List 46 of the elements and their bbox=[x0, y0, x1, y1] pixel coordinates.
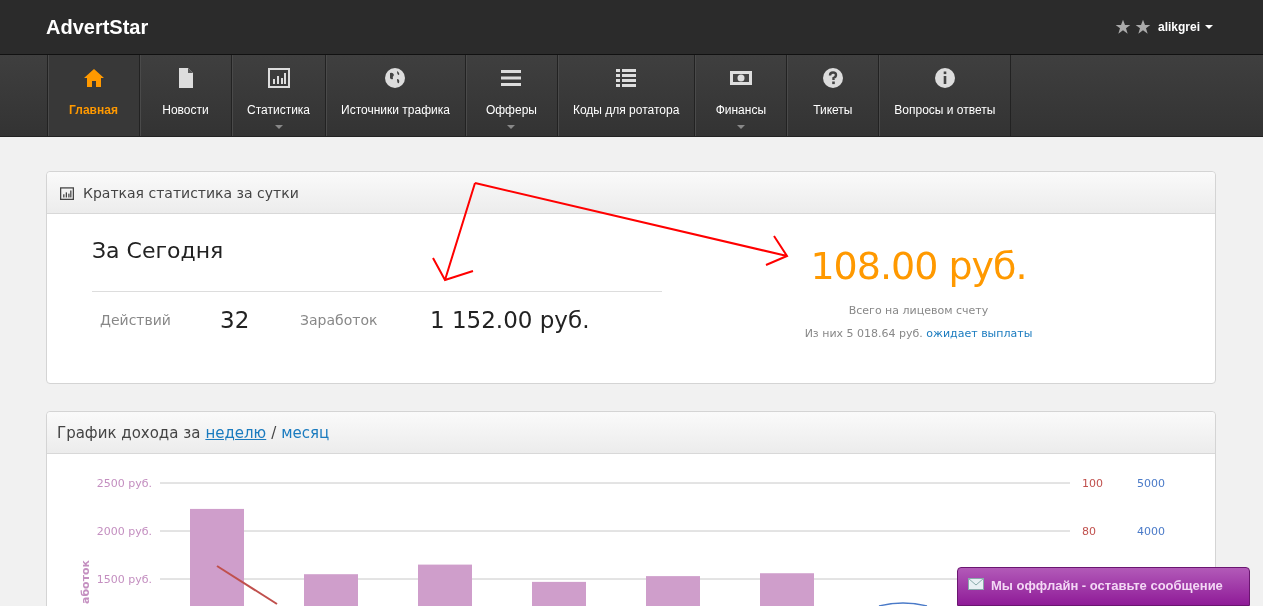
nav-tab[interactable]: Статистика bbox=[231, 55, 326, 136]
axis-tick-label: 4000 bbox=[1137, 525, 1165, 538]
globe-icon bbox=[383, 66, 408, 90]
balance-caption: Всего на лицевом счету bbox=[848, 304, 989, 317]
list-icon bbox=[614, 66, 639, 90]
nav-tab[interactable]: Вопросы и ответы bbox=[878, 55, 1012, 136]
panel-title: График дохода за bbox=[57, 423, 201, 442]
nav-tab[interactable]: Главная bbox=[47, 55, 139, 136]
question-icon bbox=[820, 66, 845, 90]
section-heading: За Сегодня bbox=[92, 214, 662, 292]
metric-label: Действий bbox=[100, 311, 172, 328]
user-menu[interactable]: alikgrei bbox=[1157, 20, 1213, 34]
chart-icon bbox=[266, 66, 291, 90]
axis-tick-label: 100 bbox=[1082, 477, 1103, 490]
axis-tick-label: 1500 руб. bbox=[96, 573, 152, 586]
star-icon bbox=[1114, 19, 1131, 35]
metric-label: Заработок bbox=[300, 311, 379, 328]
info-icon bbox=[932, 66, 957, 90]
brand-logo[interactable]: AdvertStar bbox=[46, 15, 149, 39]
axis-title: аботок bbox=[79, 559, 92, 604]
balance-amount: 108.00 руб. bbox=[810, 244, 1027, 288]
separator-text: / bbox=[271, 423, 277, 442]
nav-tab[interactable]: Финансы bbox=[694, 55, 787, 136]
axis-tick-label: 5000 bbox=[1137, 477, 1165, 490]
axis-tick-label: 2000 руб. bbox=[96, 525, 152, 538]
star-icon bbox=[1134, 19, 1151, 35]
nav-tab[interactable]: Тикеты bbox=[786, 55, 879, 136]
nav-tab[interactable]: Источники трафика bbox=[325, 55, 465, 136]
bar-chart-icon bbox=[59, 185, 75, 200]
axis-tick-label: 80 bbox=[1082, 525, 1096, 538]
line-series-drawing bbox=[878, 602, 928, 606]
period-link[interactable]: месяц bbox=[281, 423, 330, 442]
metric-value: 1 152.00 руб. bbox=[430, 306, 590, 333]
period-link[interactable]: неделю bbox=[205, 423, 267, 442]
line-series-drawing bbox=[216, 565, 278, 605]
metric-value: 32 bbox=[220, 306, 251, 333]
axis-tick-label: 2500 руб. bbox=[96, 477, 152, 490]
nav-tab[interactable]: Офферы bbox=[464, 55, 557, 136]
panel-title: Краткая статистика за сутки bbox=[83, 184, 299, 201]
caret-icon bbox=[1205, 25, 1213, 29]
envelope-icon bbox=[968, 578, 984, 590]
nav-tab[interactable]: Коды для ротатора bbox=[556, 55, 695, 136]
nav-tab[interactable]: Новости bbox=[139, 55, 231, 136]
pending-text: Из них 5 018.64 руб. ожидает выплаты bbox=[804, 327, 1033, 340]
pending-link[interactable]: ожидает выплаты bbox=[926, 327, 1033, 340]
chat-button[interactable]: Мы оффлайн - оставьте сообщение bbox=[957, 567, 1250, 606]
